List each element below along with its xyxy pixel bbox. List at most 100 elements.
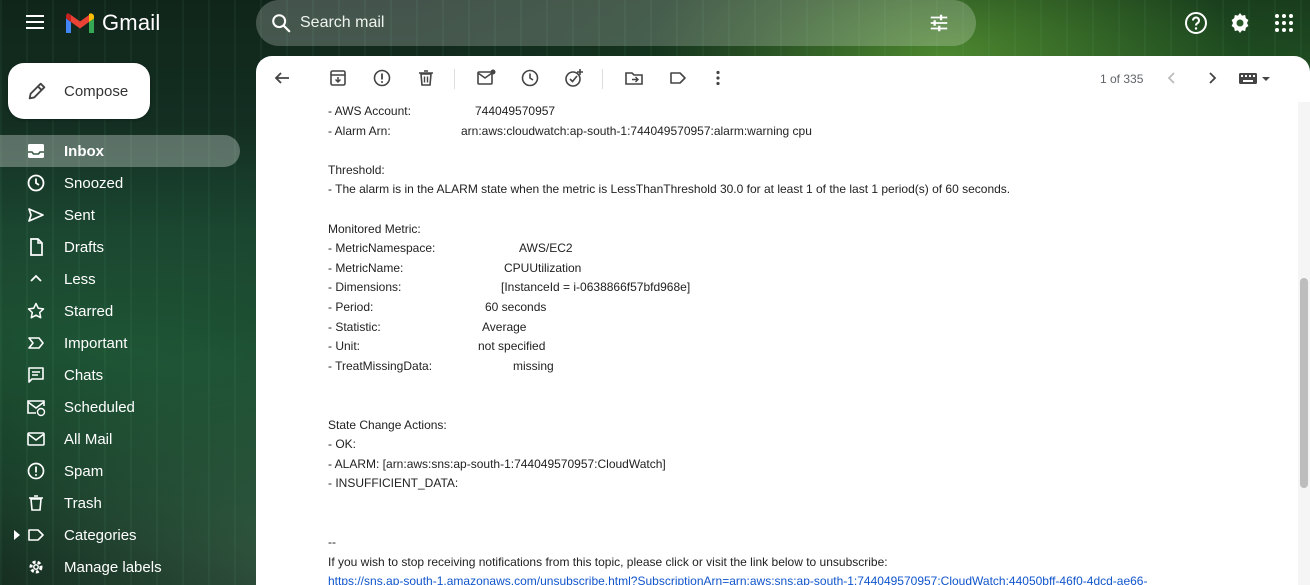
sidebar-item-scheduled[interactable]: Scheduled — [0, 391, 240, 423]
back-arrow-icon[interactable] — [272, 68, 292, 88]
sidebar-item-sent[interactable]: Sent — [0, 199, 240, 231]
message-panel: 1 of 335 - AWS Account: 744049570957 - A… — [256, 56, 1310, 585]
input-tools-keyboard-icon[interactable] — [1238, 68, 1272, 88]
compose-label: Compose — [64, 82, 129, 100]
metric-row: - TreatMissingData: missing — [328, 357, 1288, 377]
compose-button[interactable]: Compose — [8, 63, 150, 119]
sidebar-item-spam[interactable]: Spam — [0, 455, 240, 487]
sidebar-item-label: Manage labels — [64, 558, 162, 576]
archive-icon[interactable] — [328, 68, 348, 88]
field-key: - MetricName: — [328, 260, 404, 275]
metric-row: - MetricNamespace: AWS/EC2 — [328, 239, 1288, 259]
sidebar-item-label: Scheduled — [64, 398, 135, 416]
search-options-icon[interactable] — [928, 12, 950, 34]
pencil-icon — [28, 82, 46, 100]
app-name: Gmail — [102, 10, 161, 35]
sidebar-item-label: Important — [64, 334, 128, 352]
all-mail-icon — [27, 432, 45, 446]
settings-gear-icon[interactable] — [1228, 11, 1252, 35]
sidebar-item-label: Categories — [64, 526, 137, 544]
field-value: 60 seconds — [485, 299, 547, 314]
help-icon[interactable] — [1184, 11, 1208, 35]
sidebar-item-label: Chats — [64, 366, 104, 384]
label-icon — [28, 529, 44, 541]
sidebar-item-trash[interactable]: Trash — [0, 487, 240, 519]
action-row: - OK: — [328, 437, 357, 452]
sidebar-item-inbox[interactable]: Inbox — [0, 135, 240, 167]
metric-row: - Unit: not specified — [328, 337, 1288, 357]
snooze-icon[interactable] — [520, 68, 540, 88]
sidebar-item-drafts[interactable]: Drafts — [0, 231, 240, 263]
scheduled-icon — [27, 400, 46, 417]
field-key: - Dimensions: — [328, 280, 402, 295]
threshold-text: - The alarm is in the ALARM state when t… — [328, 182, 1011, 197]
message-toolbar: 1 of 335 — [256, 56, 1310, 102]
gmail-logo-icon — [66, 13, 94, 33]
field-key: - Alarm Arn: — [328, 123, 391, 138]
action-row: - ALARM: [arn:aws:sns:ap-south-1:7440495… — [328, 456, 666, 471]
newer-chevron-left-icon[interactable] — [1162, 68, 1182, 88]
unsubscribe-text: If you wish to stop receiving notificati… — [328, 554, 888, 569]
draft-icon — [30, 238, 43, 256]
email-body: - AWS Account: 744049570957 - Alarm Arn:… — [328, 102, 1288, 585]
chevron-up-icon — [30, 274, 42, 282]
unsubscribe-link[interactable]: https://sns.ap-south-1.amazonaws.com/uns… — [328, 574, 1147, 585]
clock-icon — [27, 174, 45, 192]
metric-row: - MetricName: CPUUtilization — [328, 259, 1288, 279]
more-options-icon[interactable] — [708, 68, 728, 88]
delete-icon[interactable] — [416, 68, 436, 88]
mark-unread-icon[interactable] — [476, 68, 496, 88]
search-bar[interactable] — [256, 0, 976, 46]
report-spam-icon[interactable] — [372, 68, 392, 88]
sidebar-item-starred[interactable]: Starred — [0, 295, 240, 327]
spam-icon — [27, 462, 45, 480]
state-actions-heading: State Change Actions: — [328, 417, 447, 432]
older-chevron-right-icon[interactable] — [1202, 68, 1222, 88]
main-menu-button[interactable] — [22, 11, 48, 35]
sidebar-item-important[interactable]: Important — [0, 327, 240, 359]
labels-icon[interactable] — [668, 68, 688, 88]
add-to-tasks-icon[interactable] — [564, 68, 584, 88]
sidebar-item-label: Spam — [64, 462, 104, 480]
menu-icon — [26, 15, 44, 17]
field-key: - Unit: — [328, 339, 361, 354]
sidebar-item-label: Less — [64, 270, 96, 288]
sidebar-item-label: Drafts — [64, 238, 105, 256]
field-value: 744049570957 — [475, 104, 556, 118]
metric-row: - Period: 60 seconds — [328, 298, 1288, 318]
gear-icon — [29, 560, 43, 574]
sidebar-item-label: Sent — [64, 206, 95, 224]
sidebar-item-label: Starred — [64, 302, 114, 320]
expand-arrow-icon[interactable] — [14, 530, 20, 540]
sidebar-item-chats[interactable]: Chats — [0, 359, 240, 391]
sidebar-item-all-mail[interactable]: All Mail — [0, 423, 240, 455]
sidebar-item-manage-labels[interactable]: Manage labels — [0, 551, 240, 583]
field-value: not specified — [478, 339, 546, 354]
field-value: AWS/EC2 — [519, 241, 573, 256]
top-bar: Gmail — [0, 0, 1310, 46]
metric-row: - Dimensions: [InstanceId = i-0638866f57… — [328, 278, 1288, 298]
apps-grid-icon[interactable] — [1272, 11, 1296, 35]
star-icon — [27, 302, 45, 319]
gmail-logo[interactable]: Gmail — [64, 10, 160, 36]
alarm-arn-row: - Alarm Arn: arn:aws:cloudwatch:ap-south… — [328, 122, 1288, 142]
sidebar-item-snoozed[interactable]: Snoozed — [0, 167, 240, 199]
sidebar-item-categories[interactable]: Categories — [0, 519, 240, 551]
metric-row: - Statistic: Average — [328, 318, 1288, 338]
field-value: arn:aws:cloudwatch:ap-south-1:7440495709… — [461, 123, 812, 138]
scrollbar-thumb[interactable] — [1300, 278, 1308, 488]
sidebar-item-label: Snoozed — [64, 174, 124, 192]
important-icon — [28, 337, 44, 349]
move-to-icon[interactable] — [624, 68, 644, 88]
field-value: Average — [482, 319, 527, 334]
sidebar-item-less[interactable]: Less — [0, 263, 240, 295]
scrollbar[interactable] — [1298, 102, 1310, 585]
sidebar-nav: Inbox Snoozed Sent Drafts Less Starred I… — [0, 135, 240, 583]
sidebar-item-label: Trash — [64, 494, 102, 512]
field-key: - MetricNamespace: — [328, 241, 436, 256]
toolbar-divider — [602, 69, 603, 89]
search-input[interactable] — [300, 14, 900, 32]
threshold-heading: Threshold: — [328, 162, 385, 177]
field-value: CPUUtilization — [504, 260, 582, 275]
search-icon[interactable] — [270, 12, 292, 34]
